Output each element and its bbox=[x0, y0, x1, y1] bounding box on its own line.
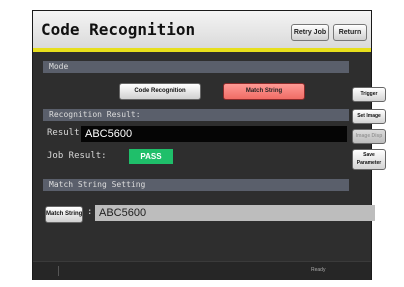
trigger-button[interactable]: Trigger bbox=[352, 87, 386, 102]
page-title: Code Recognition bbox=[41, 20, 196, 39]
return-button[interactable]: Return bbox=[333, 24, 367, 41]
save-parameter-label-line1: Save bbox=[363, 152, 375, 158]
status-divider bbox=[58, 266, 59, 276]
header-bar: Code Recognition Retry Job Return bbox=[33, 11, 371, 52]
status-bar: Ready bbox=[33, 261, 371, 280]
set-image-button[interactable]: Set Image bbox=[352, 109, 386, 124]
save-parameter-button[interactable]: Save Parameter bbox=[352, 149, 386, 170]
status-text: Ready bbox=[311, 267, 326, 273]
retry-job-button[interactable]: Retry Job bbox=[291, 24, 329, 41]
match-string-mode-button[interactable]: Match String bbox=[223, 83, 305, 100]
recognition-result-section-header: Recognition Result: bbox=[43, 109, 349, 121]
job-result-label: Job Result: bbox=[47, 151, 107, 161]
result-label: Result: bbox=[47, 128, 85, 138]
save-parameter-label-line2: Parameter bbox=[356, 160, 382, 166]
match-string-section-header: Match String Setting bbox=[43, 179, 349, 191]
app-panel: Code Recognition Retry Job Return Mode C… bbox=[32, 10, 386, 280]
match-string-button[interactable]: Match String bbox=[45, 206, 83, 223]
image-disp-button[interactable]: Image Disp bbox=[352, 129, 386, 144]
header-accent-stripe bbox=[33, 48, 371, 52]
job-result-badge: PASS bbox=[129, 149, 173, 164]
mode-section-header: Mode bbox=[43, 61, 349, 73]
match-string-field[interactable]: ABC5600 bbox=[95, 205, 375, 221]
match-string-separator: : bbox=[87, 207, 93, 217]
result-value: ABC5600 bbox=[81, 126, 347, 142]
code-recognition-mode-button[interactable]: Code Recognition bbox=[119, 83, 201, 100]
